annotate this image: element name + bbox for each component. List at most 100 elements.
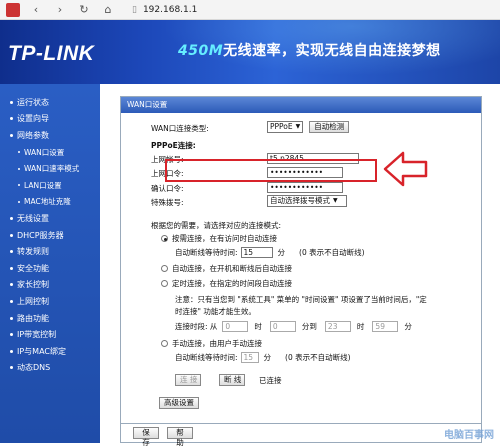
bullet-icon [18,200,20,203]
highlight-box [165,159,377,182]
special-dial-label: 特殊拨号: [151,198,184,207]
sidebar-item-dhcp[interactable]: DHCP服务器 [0,227,100,244]
router-header: TP-LINK 450M无线速率，实现无线自由连接梦想 [0,20,500,84]
idle-unit: 分 [277,248,286,257]
minute-label: 分 [404,322,412,331]
confirm-password-input[interactable]: •••••••••••• [267,182,343,193]
dropdown-arrow-icon: ▼ [333,197,338,204]
idle-hint: (0 表示不自动断线) [299,248,365,257]
sidebar-item-ip-mac[interactable]: IP与MAC绑定 [0,343,100,360]
bullet-icon [10,233,13,237]
bullet-icon [18,184,20,187]
bullet-icon [10,366,13,370]
connect-button[interactable]: 连 接 [175,374,201,386]
wan-type-select[interactable]: PPPoE ▼ [267,121,304,133]
bullet-icon [10,266,13,270]
on-demand-label: 按需连接，在有访问时自动连接 [172,234,277,243]
bullet-icon [10,216,13,220]
slogan-speed: 450M [178,43,224,59]
mode-intro: 根据您的需要，请选择对应的连接模式: [151,221,282,230]
timed-connect-label: 定时连接，在指定的时间段自动连接 [172,279,292,288]
sidebar-item-status[interactable]: 运行状态 [0,94,100,111]
reload-icon[interactable]: ↻ [76,2,92,18]
period-to-hour-input[interactable]: 23 [324,321,351,332]
url-text: 192.168.1.1 [142,4,198,15]
pppoe-section-label: PPPoE连接: [151,141,196,150]
special-dial-select[interactable]: 自动选择拨号模式 ▼ [267,195,347,207]
sidebar-item-lan[interactable]: LAN口设置 [0,177,100,194]
sidebar-menu: 运行状态 设置向导 网络参数 WAN口设置 WAN口速率模式 LAN口设置 MA… [0,84,100,443]
disconnect-button[interactable]: 断 线 [219,374,245,386]
page-icon: ▯ [132,4,137,15]
period-label: 连接时段: 从 [175,322,218,331]
auto-connect-label: 自动连接，在开机和断线后自动连接 [172,264,292,273]
wan-settings-panel: WAN口设置 WAN口连接类型: PPPoE ▼ 自动检测 PPPoE连接: 上网… [120,96,482,443]
hour-label: 时 [254,322,262,331]
idle-unit-2: 分 [263,353,272,362]
idle-time-input-2[interactable]: 15 [240,352,259,363]
period-from-minute-input[interactable]: 0 [269,321,296,332]
hour-label-2: 时 [356,322,365,331]
sidebar-item-forwarding[interactable]: 转发规则 [0,243,100,260]
sidebar-item-wireless[interactable]: 无线设置 [0,210,100,227]
bullet-icon [18,151,20,154]
main-content: WAN口设置 WAN口连接类型: PPPoE ▼ 自动检测 PPPoE连接: 上网… [100,84,500,447]
idle-time-label-2: 自动断线等待时间: [175,353,238,362]
dropdown-arrow-icon: ▼ [295,123,301,130]
auto-detect-button[interactable]: 自动检测 [309,121,350,133]
header-slogan: 450M无线速率，实现无线自由连接梦想 [178,40,441,60]
sidebar-item-wan[interactable]: WAN口设置 [0,144,100,161]
minute-to-label: 分到 [301,322,317,331]
help-button[interactable]: 帮 助 [167,427,193,447]
wan-type-label: WAN口连接类型: [151,124,209,133]
forward-icon[interactable]: › [52,2,68,18]
watermark: 电脑百事网 [444,430,494,441]
idle-time-input[interactable]: 15 [240,247,273,258]
address-bar[interactable]: ▯ 192.168.1.1 [126,2,203,17]
idle-hint-2: (0 表示不自动断线) [285,353,351,362]
idle-time-label: 自动断线等待时间: [175,248,238,257]
sidebar-item-routing[interactable]: 路由功能 [0,310,100,327]
on-demand-radio[interactable] [161,235,168,242]
sidebar-item-mac-clone[interactable]: MAC地址克隆 [0,194,100,211]
save-button[interactable]: 保 存 [133,427,159,447]
manual-connect-radio[interactable] [161,340,168,347]
advanced-settings-button[interactable]: 高级设置 [159,397,199,409]
tp-link-logo: TP-LINK [8,42,95,65]
connection-status: 已连接 [259,375,282,385]
manual-connect-label: 手动连接，由用户手动连接 [172,339,262,348]
timed-note-line-2: 时连接" 功能才能生效。 [175,307,256,316]
pointer-arrow-icon [383,151,428,187]
sidebar-item-parental[interactable]: 家长控制 [0,277,100,294]
timed-note-line-1: 注意：只有当您到 "系统工具" 菜单的 "时间设置" 项设置了当前时间后，"定 [175,295,427,304]
bullet-icon [10,349,13,353]
browser-toolbar: ‹ › ↻ ⌂ ▯ 192.168.1.1 [0,0,500,20]
sidebar-item-bandwidth[interactable]: IP带宽控制 [0,326,100,343]
timed-connect-radio[interactable] [161,280,168,287]
bullet-icon [10,117,13,121]
bullet-icon [10,283,13,287]
sidebar-item-wizard[interactable]: 设置向导 [0,111,100,128]
bullet-icon [10,333,13,337]
period-from-hour-input[interactable]: 0 [222,321,249,332]
auto-connect-radio[interactable] [161,265,168,272]
bullet-icon [10,316,13,320]
home-icon[interactable]: ⌂ [100,2,116,18]
sidebar-item-access-control[interactable]: 上网控制 [0,293,100,310]
period-to-minute-input[interactable]: 59 [372,321,399,332]
bullet-icon [18,167,20,170]
sidebar-item-ddns[interactable]: 动态DNS [0,360,100,377]
footer-bar: 保 存 帮 助 [120,423,482,447]
bullet-icon [10,133,13,137]
back-icon[interactable]: ‹ [28,2,44,18]
slogan-text: 无线速率，实现无线自由连接梦想 [223,43,441,59]
panel-title: WAN口设置 [121,97,481,113]
confirm-password-label: 确认口令: [151,184,184,193]
favicon-icon [6,2,20,17]
sidebar-item-wan-speed[interactable]: WAN口速率模式 [0,160,100,177]
sidebar-item-network[interactable]: 网络参数 [0,127,100,144]
bullet-icon [10,100,13,104]
bullet-icon [10,299,13,303]
bullet-icon [10,250,13,254]
sidebar-item-security[interactable]: 安全功能 [0,260,100,277]
